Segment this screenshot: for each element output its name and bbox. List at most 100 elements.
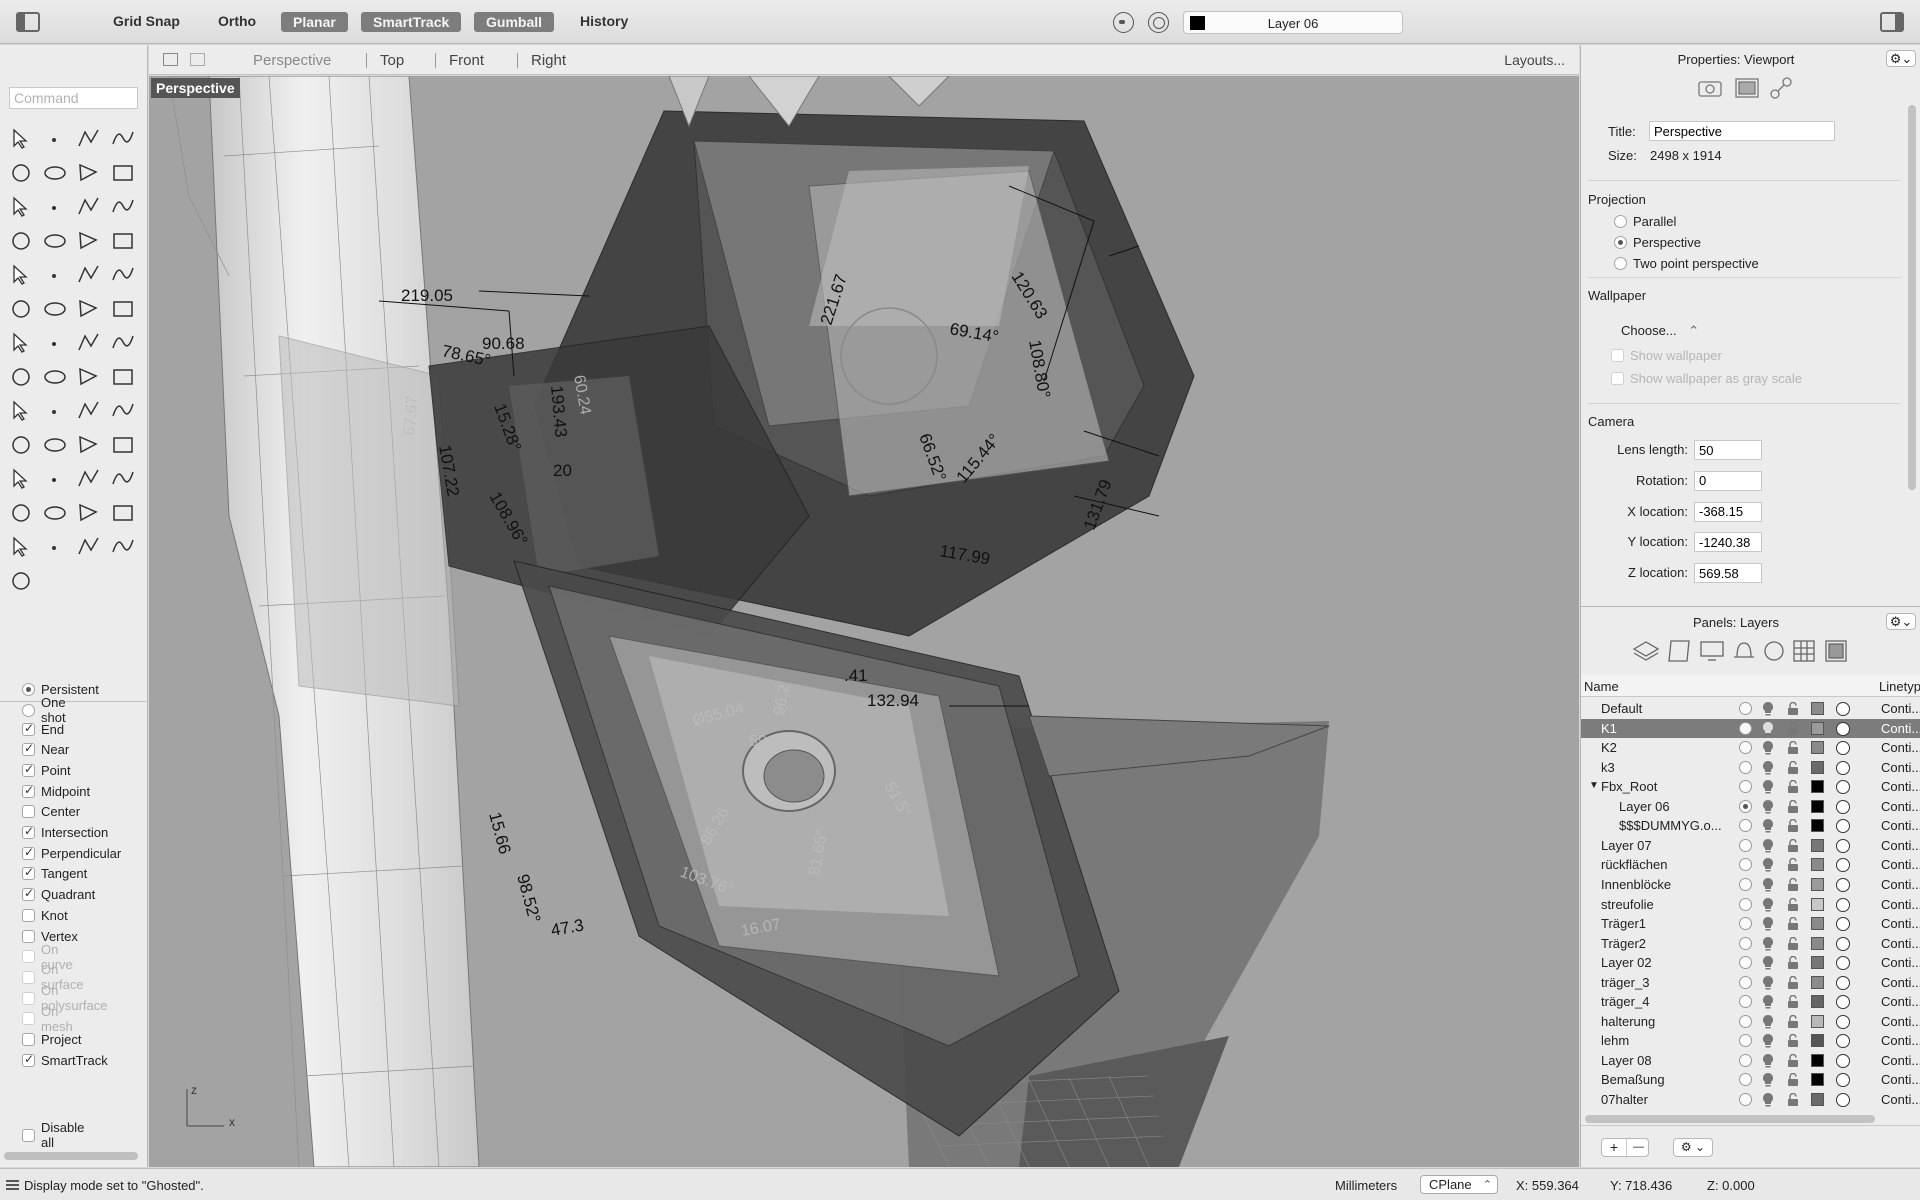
surface-icon[interactable]	[72, 190, 106, 224]
record-history-icon[interactable]	[1113, 12, 1134, 33]
layer-linetype[interactable]: Conti...	[1881, 740, 1920, 755]
current-layer-radio[interactable]	[1739, 799, 1752, 813]
sphere-icon[interactable]	[38, 224, 72, 258]
left-sidebar-scrollbar[interactable]	[4, 1152, 138, 1160]
layer-color-swatch[interactable]	[1811, 858, 1824, 872]
material-icon[interactable]	[1836, 1034, 1850, 1049]
osnap-intersection[interactable]: Intersection	[22, 824, 108, 842]
scale-icon[interactable]	[106, 292, 140, 326]
name-column-header[interactable]: Name	[1584, 679, 1619, 694]
current-layer-radio[interactable]	[1739, 838, 1752, 852]
shield-icon[interactable]	[72, 496, 106, 530]
current-layer-radio[interactable]	[1739, 975, 1752, 989]
select-arrow-icon[interactable]	[4, 122, 38, 156]
material-icon[interactable]	[1836, 936, 1850, 951]
circle-icon[interactable]	[4, 156, 38, 190]
check-icon[interactable]	[38, 394, 72, 428]
layer-linetype[interactable]: Conti...	[1881, 955, 1920, 970]
material-icon[interactable]	[1836, 1073, 1850, 1088]
properties-scrollbar[interactable]	[1908, 105, 1916, 490]
layers-gear-icon[interactable]: ⚙⌄	[1886, 613, 1916, 630]
material-icon[interactable]	[1836, 995, 1850, 1010]
lock-icon[interactable]	[1787, 721, 1799, 735]
camera-field-x-location[interactable]	[1694, 501, 1762, 522]
layer-linetype[interactable]: Conti...	[1881, 857, 1920, 872]
rotate-icon[interactable]	[72, 292, 106, 326]
layer-row[interactable]: K2 Conti...	[1581, 738, 1920, 758]
lightbulb-icon[interactable]	[1762, 818, 1774, 833]
osnap-point[interactable]: Point	[22, 761, 71, 779]
layer-color-swatch[interactable]	[1811, 897, 1824, 911]
cplane-selector[interactable]: CPlane	[1420, 1175, 1498, 1194]
projection-perspective[interactable]: Perspective	[1614, 234, 1701, 250]
layer-linetype[interactable]: Conti...	[1881, 877, 1920, 892]
tab-top[interactable]: Top	[380, 52, 404, 69]
current-layer-radio[interactable]	[1739, 819, 1752, 833]
current-layer-radio[interactable]	[1739, 1014, 1752, 1028]
current-layer-radio[interactable]	[1739, 956, 1752, 970]
layer-color-swatch[interactable]	[1811, 702, 1824, 715]
mirror-icon[interactable]	[106, 326, 140, 360]
layer-linetype[interactable]: Conti...	[1881, 1053, 1920, 1068]
layer-color-swatch[interactable]	[1811, 799, 1824, 813]
globe-icon[interactable]	[4, 530, 38, 564]
layer-color-swatch[interactable]	[1811, 760, 1824, 774]
group-icon[interactable]	[38, 292, 72, 326]
rotate-view-icon[interactable]	[4, 462, 38, 496]
dimension-icon[interactable]	[38, 326, 72, 360]
layers-options-gear-icon[interactable]: ⚙ ⌄	[1673, 1138, 1713, 1157]
ball-icon[interactable]	[72, 530, 106, 564]
layer-row[interactable]: Innenblöcke Conti...	[1581, 875, 1920, 895]
lightbulb-icon[interactable]	[1762, 994, 1774, 1009]
current-layer-radio[interactable]	[1739, 897, 1752, 911]
projection-parallel[interactable]: Parallel	[1614, 213, 1676, 229]
toggle-ortho[interactable]: Ortho	[218, 13, 256, 29]
layer-color-swatch[interactable]	[1811, 838, 1824, 852]
lock-icon[interactable]	[1787, 897, 1799, 911]
viewport-title-field[interactable]	[1649, 121, 1835, 141]
lock-icon[interactable]	[1787, 956, 1799, 970]
add-layer-button[interactable]: +	[1602, 1139, 1626, 1156]
ring-icon[interactable]	[106, 496, 140, 530]
lightbulb-icon[interactable]	[1762, 857, 1774, 872]
viewport-title-label[interactable]: Perspective	[151, 78, 240, 98]
current-layer-radio[interactable]	[1739, 858, 1752, 872]
layer-row[interactable]: K1 Conti...	[1581, 718, 1920, 739]
lock-icon[interactable]	[1787, 819, 1799, 833]
osnap-near[interactable]: Near	[22, 741, 69, 759]
material-icon[interactable]	[1836, 780, 1850, 795]
layer-color-swatch[interactable]	[1811, 721, 1824, 735]
layer-linetype[interactable]: Conti...	[1881, 721, 1920, 736]
lock-icon[interactable]	[38, 496, 72, 530]
planar-surface-icon[interactable]	[106, 224, 140, 258]
lock-icon[interactable]	[1787, 1073, 1799, 1087]
layer-linetype[interactable]: Conti...	[1881, 936, 1920, 951]
lock-icon[interactable]	[1787, 975, 1799, 989]
offset-icon[interactable]	[106, 360, 140, 394]
lock-icon[interactable]	[1787, 1034, 1799, 1048]
trim-icon[interactable]	[72, 258, 106, 292]
current-layer-radio[interactable]	[1739, 702, 1752, 715]
lightbulb-icon[interactable]	[1762, 799, 1774, 814]
lock-icon[interactable]	[1787, 995, 1799, 1009]
current-layer-radio[interactable]	[1739, 936, 1752, 950]
layer-row[interactable]: halterung Conti...	[1581, 1012, 1920, 1032]
cylinder-icon[interactable]	[72, 224, 106, 258]
osnap-on-mesh[interactable]: On mesh	[22, 1004, 73, 1034]
ellipse-icon[interactable]	[38, 156, 72, 190]
show-gray-checkbox[interactable]: Show wallpaper as gray scale	[1611, 370, 1802, 386]
material-icon[interactable]	[1836, 741, 1850, 756]
layer-linetype[interactable]: Conti...	[1881, 916, 1920, 931]
layer-row[interactable]: Default Conti...	[1581, 699, 1920, 719]
toggle-history[interactable]: History	[580, 13, 628, 29]
car-icon[interactable]	[38, 462, 72, 496]
layer-row[interactable]: k3 Conti...	[1581, 758, 1920, 778]
lock-icon[interactable]	[1787, 780, 1799, 794]
layer-linetype[interactable]: Conti...	[1881, 1072, 1920, 1087]
material-icon[interactable]	[1836, 702, 1850, 716]
material-icon[interactable]	[1836, 975, 1850, 990]
menu-icon[interactable]	[6, 1180, 19, 1190]
layer-color-swatch[interactable]	[1811, 877, 1824, 891]
solid-icon[interactable]	[4, 360, 38, 394]
layers-scrollbar[interactable]	[1585, 1115, 1875, 1123]
